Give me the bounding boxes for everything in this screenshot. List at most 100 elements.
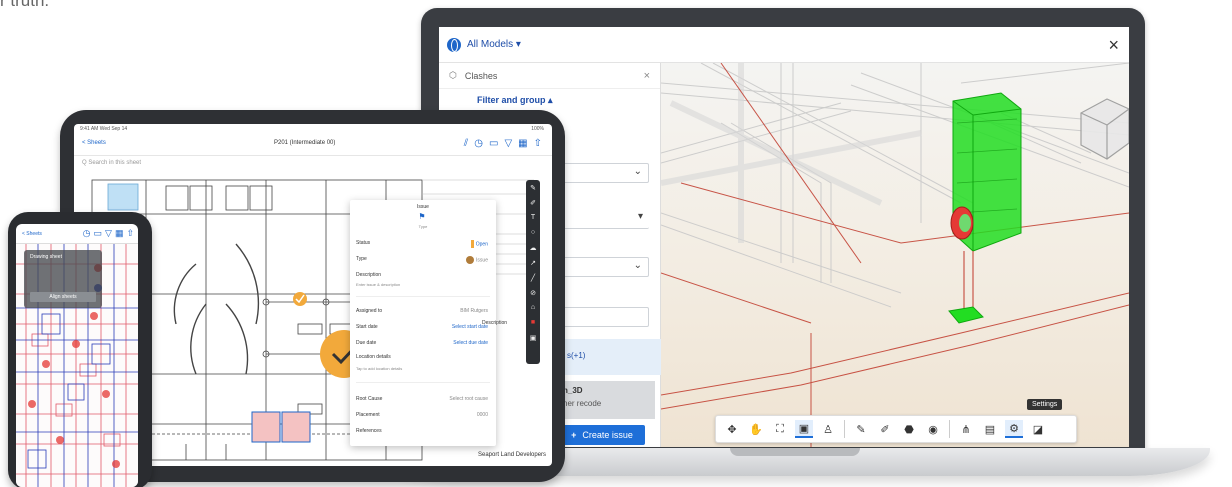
circle-icon[interactable]: ○ (528, 229, 538, 241)
markup-icon[interactable]: ⫽ (464, 138, 468, 149)
line-icon[interactable]: ╱ (528, 274, 538, 286)
issue-status-row[interactable]: Status Open (356, 240, 490, 250)
eye-icon[interactable]: ◉ (924, 420, 942, 438)
headline-fragment: r truth. (0, 0, 50, 10)
measure-icon[interactable]: ⊘ (528, 289, 538, 301)
cube-icon: ⬡ (449, 70, 457, 80)
status-value-text: Open (475, 241, 488, 248)
chat-icon[interactable]: ▭ (489, 138, 498, 149)
filter-icon[interactable]: ▽ (504, 138, 512, 149)
clash-card[interactable]: n_3D her recode (555, 381, 655, 419)
chat-icon[interactable]: ▭ (94, 228, 103, 239)
status-time: 9:41 AM Wed Sep 14 (80, 126, 128, 132)
placement-row[interactable]: Placement 0000 (356, 412, 490, 422)
settings-icon[interactable]: ⚙ (1005, 420, 1023, 438)
issue-status-label: Status (356, 240, 371, 246)
title-block-header: Description (482, 320, 508, 326)
references-row[interactable]: References (356, 428, 490, 438)
grid-icon[interactable]: ▦ (115, 228, 124, 239)
create-issue-label: Create issue (582, 430, 633, 440)
phone-nav-bar: < Sheets ◷ ▭ ▽ ▦ ⇧ (16, 224, 138, 244)
plus-icon: + (571, 430, 577, 440)
stamp-icon[interactable]: ⬣ (900, 420, 918, 438)
pan-icon[interactable]: ✋ (747, 420, 765, 438)
divider (356, 382, 490, 383)
orbit-icon[interactable]: ✥ (723, 420, 741, 438)
marketing-stage: r truth. All Models ▾ × ⬡ Clashes × Filt… (0, 0, 1232, 487)
align-sheets-button[interactable]: Align sheets (30, 292, 96, 302)
3d-model-viewport[interactable]: Settings ✥ ✋ ⛶ ▣ ♙ ✎ ✐ ⬣ ◉ ⋔ ▤ ⚙ ◪ (661, 63, 1129, 447)
type-indicator (466, 256, 475, 264)
filter-group-toggle[interactable]: Filter and group ▴ (439, 89, 660, 111)
root-cause-label: Root Cause (356, 396, 383, 402)
sheet-title: P201 (Intermediate 00) (274, 140, 336, 146)
issue-description-label: Description (356, 272, 382, 278)
location-details-label: Location details (356, 354, 391, 360)
clashes-row[interactable]: ⬡ Clashes × (439, 63, 660, 89)
assigned-to-label: Assigned to (356, 308, 383, 314)
chevron-down-icon: ⌄ (633, 166, 642, 177)
issue-type-value: Issue (466, 256, 488, 264)
references-label: References (356, 428, 382, 434)
viewer-toolbar: ✥ ✋ ⛶ ▣ ♙ ✎ ✐ ⬣ ◉ ⋔ ▤ ⚙ ◪ (715, 415, 1077, 443)
clash-card-title: n_3D (563, 386, 583, 395)
model-viewer-header: All Models ▾ × (439, 27, 1129, 63)
laptop-notch (730, 448, 860, 456)
issue-description-field[interactable]: Enter issue & description (356, 282, 400, 287)
issue-type-row[interactable]: Type Issue (356, 256, 490, 266)
cloud-icon[interactable]: ☁ (528, 244, 538, 256)
all-models-label: All Models (467, 39, 514, 50)
markup-icon[interactable]: ✐ (876, 420, 894, 438)
due-date-row[interactable]: Due date Select due date (356, 340, 490, 350)
divider (356, 296, 490, 297)
close-viewer-button[interactable]: × (1108, 35, 1119, 56)
due-date-label: Due date (356, 340, 377, 346)
share-icon[interactable]: ⇧ (126, 228, 134, 239)
arrow-icon[interactable]: ↗ (528, 259, 538, 271)
pencil-icon[interactable]: ✎ (852, 420, 870, 438)
title-block-client: Seaport Land Developers (478, 452, 547, 458)
clash-card-subtitle: her recode (563, 399, 602, 408)
globe-icon (447, 37, 461, 52)
assigned-to-value: BIM Rutgers (460, 308, 488, 314)
issue-type-icon: ⚑ (418, 212, 426, 221)
tree-icon[interactable]: ⋔ (957, 420, 975, 438)
sheet-search-input[interactable]: Q Search in this sheet (82, 160, 141, 166)
clock-icon[interactable]: ◷ (83, 228, 91, 239)
back-to-sheets-button[interactable]: < Sheets (82, 140, 106, 146)
box-icon[interactable]: ▤ (981, 420, 999, 438)
placement-label: Placement (356, 412, 380, 418)
phone-back-button[interactable]: < Sheets (22, 231, 42, 237)
lock-icon[interactable]: ⌂ (528, 304, 538, 316)
issue-description-row: Description (356, 272, 490, 282)
toolbar-divider (844, 420, 845, 438)
type-value-text: Issue (476, 257, 488, 264)
assigned-to-row[interactable]: Assigned to BIM Rutgers (356, 308, 490, 318)
clear-clashes-button[interactable]: × (644, 70, 650, 82)
brush-icon[interactable]: ✎ (528, 184, 538, 196)
align-sheets-overlay: Drawing sheet Align sheets (24, 250, 102, 308)
issue-status-value: Open (470, 240, 488, 248)
create-issue-button[interactable]: + Create issue (559, 425, 645, 445)
text-icon[interactable]: T (528, 214, 538, 226)
grid-icon[interactable]: ▦ (518, 138, 527, 149)
root-cause-row[interactable]: Root Cause Select root cause (356, 396, 490, 406)
camera-icon[interactable]: ▣ (795, 420, 813, 438)
person-icon[interactable]: ♙ (819, 420, 837, 438)
clock-icon[interactable]: ◷ (474, 138, 483, 149)
chevron-down-icon: ▾ (515, 39, 521, 50)
pen-icon[interactable]: ✐ (528, 199, 538, 211)
all-models-dropdown[interactable]: All Models ▾ (467, 39, 521, 50)
share-icon[interactable]: ⇧ (534, 138, 542, 149)
phone-screen: < Sheets ◷ ▭ ▽ ▦ ⇧ Drawing sheet Align s… (16, 224, 138, 487)
location-details-field[interactable]: Tap to add location details (356, 366, 402, 371)
start-date-row[interactable]: Start date Select start date (356, 324, 490, 334)
filter-icon[interactable]: ▽ (105, 228, 112, 239)
issue-type-label: Type (356, 256, 367, 262)
layers-icon[interactable]: ◪ (1029, 420, 1047, 438)
start-date-label: Start date (356, 324, 378, 330)
location-details-row: Location details (356, 354, 490, 364)
tablet-nav-bar: < Sheets P201 (Intermediate 00) ⫽ ◷ ▭ ▽ … (74, 134, 552, 156)
settings-tooltip: Settings (1027, 399, 1063, 410)
fit-icon[interactable]: ⛶ (771, 420, 789, 438)
